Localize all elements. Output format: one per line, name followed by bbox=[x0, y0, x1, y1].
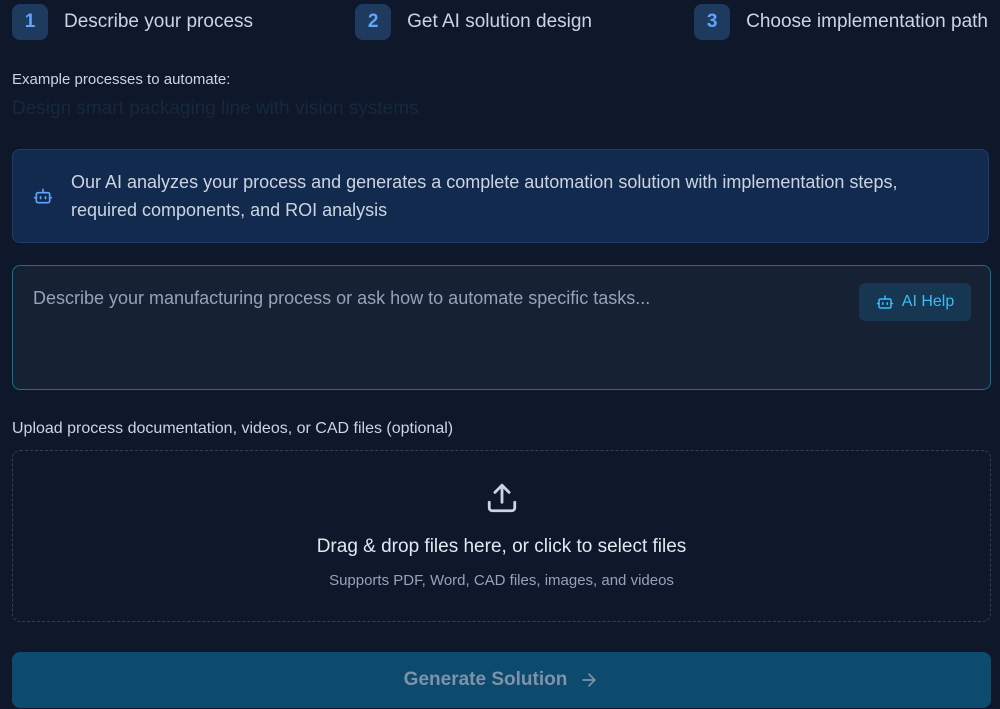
step-2: 2 Get AI solution design bbox=[355, 4, 592, 40]
info-text: Our AI analyzes your process and generat… bbox=[71, 172, 898, 220]
step-number: 2 bbox=[355, 4, 392, 40]
generate-solution-button[interactable]: Generate Solution bbox=[12, 652, 991, 708]
example-process-text[interactable]: Design smart packaging line with vision … bbox=[12, 98, 419, 120]
step-number: 1 bbox=[12, 4, 48, 40]
ai-help-button[interactable]: AI Help bbox=[859, 283, 971, 321]
info-banner: Our AI analyzes your process and generat… bbox=[12, 149, 989, 243]
arrow-right-icon bbox=[582, 673, 596, 687]
step-1: 1 Describe your process bbox=[12, 4, 253, 40]
dropzone-subtitle: Supports PDF, Word, CAD files, images, a… bbox=[329, 572, 674, 589]
upload-label: Upload process documentation, videos, or… bbox=[12, 420, 454, 437]
input-placeholder: Describe your manufacturing process or a… bbox=[33, 288, 651, 308]
generate-label: Generate Solution bbox=[403, 669, 568, 690]
robot-icon bbox=[876, 295, 894, 309]
progress-steps: 1 Describe your process 2 Get AI solutio… bbox=[12, 4, 988, 40]
upload-icon bbox=[487, 483, 517, 513]
file-dropzone[interactable]: Drag & drop files here, or click to sele… bbox=[12, 450, 991, 622]
examples-label: Example processes to automate: bbox=[12, 71, 231, 88]
dropzone-title: Drag & drop files here, or click to sele… bbox=[316, 536, 687, 557]
step-3: 3 Choose implementation path bbox=[694, 4, 988, 40]
ai-help-label: AI Help bbox=[901, 293, 955, 310]
step-label: Get AI solution design bbox=[407, 11, 592, 32]
step-label: Choose implementation path bbox=[746, 11, 988, 32]
robot-icon bbox=[33, 188, 53, 204]
step-label: Describe your process bbox=[64, 11, 254, 32]
process-description-input[interactable]: Describe your manufacturing process or a… bbox=[12, 265, 991, 390]
step-number: 3 bbox=[694, 4, 731, 40]
